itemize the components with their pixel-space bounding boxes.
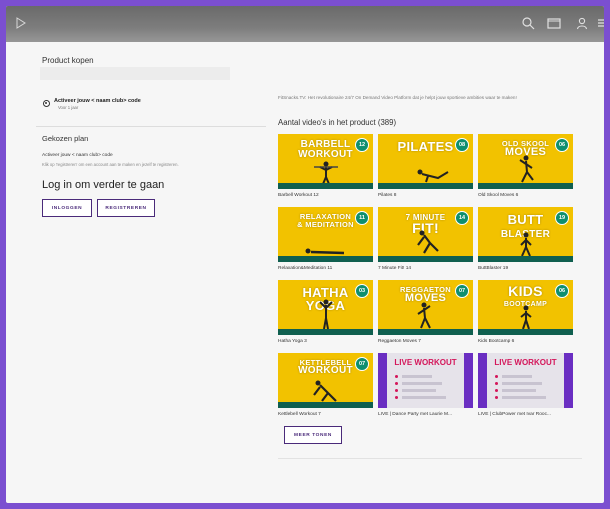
divider: [278, 458, 582, 459]
video-caption[interactable]: Relaxation&Meditation 11: [278, 266, 373, 271]
video-card-live-dance-party[interactable]: LIVE WORKOUT LIVE | Dance Party met Laur…: [378, 353, 473, 417]
video-count-badge: 06: [555, 138, 569, 152]
video-card-old-skool-moves[interactable]: OLD SKOOL MOVES 06 Old Skool Moves 6: [478, 134, 573, 198]
video-card-buttblaster[interactable]: BUTTBLASTER 19 ButtBlaster 19: [478, 207, 573, 271]
schedule-line: [402, 375, 432, 378]
video-count-badge: 07: [355, 357, 369, 371]
video-card-kettlebell-workout[interactable]: KETTLEBELL WORKOUT 07 Kettlebell Workout …: [278, 353, 373, 417]
video-thumbnail[interactable]: 7 MINUTE FIT! 14: [378, 207, 473, 262]
video-card-hatha-yoga[interactable]: HATHAYOGA 03 Hatha Yoga 3: [278, 280, 373, 344]
schedule-dot: [495, 389, 498, 392]
schedule-dot: [495, 382, 498, 385]
video-thumbnail[interactable]: BARBELL WORKOUT 12: [278, 134, 373, 189]
register-button[interactable]: REGISTREREN: [97, 199, 155, 217]
schedule-dot: [495, 375, 498, 378]
login-title: Log in om verder te gaan: [42, 179, 165, 191]
top-bar: [6, 6, 604, 42]
schedule-line: [502, 389, 536, 392]
activate-code-radio[interactable]: [43, 100, 50, 107]
video-card-live-clubpower[interactable]: LIVE WORKOUT LIVE | ClubPower met Ivar R…: [478, 353, 573, 417]
video-count-badge: 03: [355, 284, 369, 298]
search-icon[interactable]: [521, 16, 535, 30]
thumbnail-floor: [278, 256, 373, 262]
schedule-line: [402, 389, 436, 392]
video-caption[interactable]: Old Skool Moves 6: [478, 193, 573, 198]
buy-title: Product kopen: [42, 56, 94, 65]
cast-icon[interactable]: [547, 16, 561, 30]
schedule-dot: [395, 382, 398, 385]
video-count-badge: 19: [555, 211, 569, 225]
thumbnail-floor: [378, 183, 473, 189]
schedule-line: [402, 396, 446, 399]
play-icon[interactable]: [14, 16, 28, 30]
product-placeholder-bar: [40, 67, 230, 80]
video-thumbnail[interactable]: KIDS BOOTCAMP 06: [478, 280, 573, 335]
schedule-dot: [395, 396, 398, 399]
video-caption[interactable]: ButtBlaster 19: [478, 266, 573, 271]
video-caption[interactable]: LIVE | ClubPower met Ivar Rooc...: [478, 412, 573, 417]
thumbnail-floor: [478, 183, 573, 189]
video-thumbnail[interactable]: LIVE WORKOUT: [478, 353, 573, 408]
video-thumbnail[interactable]: REGGAETON MOVES 07: [378, 280, 473, 335]
app-window: Product kopen Activeer jouw < naam club>…: [6, 6, 604, 503]
video-thumbnail[interactable]: OLD SKOOL MOVES 06: [478, 134, 573, 189]
schedule-line: [502, 396, 546, 399]
video-card-reggaeton-moves[interactable]: REGGAETON MOVES 07 Reggaeton Moves 7: [378, 280, 473, 344]
schedule-dot: [395, 375, 398, 378]
video-card-7-minute-fit[interactable]: 7 MINUTE FIT! 14 7 Minute Fit! 14: [378, 207, 473, 271]
thumbnail-floor: [378, 256, 473, 262]
video-count-badge: 07: [455, 284, 469, 298]
thumbnail-title: LIVE WORKOUT: [494, 358, 557, 367]
video-count-badge: 06: [555, 284, 569, 298]
video-card-barbell-workout[interactable]: BARBELL WORKOUT 12 Barbell Workout 12: [278, 134, 373, 198]
video-thumbnail[interactable]: KETTLEBELL WORKOUT 07: [278, 353, 373, 408]
platform-intro: FitSnacks.TV: Het revolutionaire 24/7 On…: [278, 95, 517, 100]
video-count-title: Aantal video's in het product (389): [278, 118, 397, 127]
video-thumbnail[interactable]: HATHAYOGA 03: [278, 280, 373, 335]
video-count-badge: 08: [455, 138, 469, 152]
video-caption[interactable]: Pilates 8: [378, 193, 473, 198]
schedule-line: [402, 382, 442, 385]
chosen-plan-title: Gekozen plan: [42, 134, 89, 143]
schedule-dot: [495, 396, 498, 399]
video-thumbnail[interactable]: BUTTBLASTER 19: [478, 207, 573, 262]
user-icon[interactable]: [575, 16, 589, 30]
video-card-pilates[interactable]: PILATES 08 Pilates 8: [378, 134, 473, 198]
chosen-plan-name: Activeer jouw < naam club> code: [42, 153, 113, 158]
thumbnail-title: LIVE WORKOUT: [394, 358, 457, 367]
video-card-kids-bootcamp[interactable]: KIDS BOOTCAMP 06 Kids Bootcamp 6: [478, 280, 573, 344]
thumbnail-floor: [378, 329, 473, 335]
thumbnail-floor: [278, 183, 373, 189]
video-caption[interactable]: Kettlebell Workout 7: [278, 412, 373, 417]
video-thumbnail[interactable]: PILATES 08: [378, 134, 473, 189]
thumbnail-floor: [478, 256, 573, 262]
video-count-badge: 11: [355, 211, 369, 225]
divider: [36, 126, 266, 127]
login-button[interactable]: INLOGGEN: [42, 199, 92, 217]
activate-code-label[interactable]: Activeer jouw < naam club> code: [54, 98, 141, 104]
activate-code-duration: Voor 1 jaar: [58, 105, 79, 110]
thumbnail-floor: [278, 329, 373, 335]
thumbnail-floor: [478, 329, 573, 335]
video-caption[interactable]: Reggaeton Moves 7: [378, 339, 473, 344]
video-count-badge: 12: [355, 138, 369, 152]
video-thumbnail[interactable]: LIVE WORKOUT: [378, 353, 473, 408]
video-card-relaxation-meditation[interactable]: RELAXATION & MEDITATION 11 Relaxation&Med…: [278, 207, 373, 271]
video-caption[interactable]: Barbell Workout 12: [278, 193, 373, 198]
video-caption[interactable]: Kids Bootcamp 6: [478, 339, 573, 344]
chosen-plan-hint: Klik op 'registreren' om een account aan…: [42, 162, 179, 167]
video-caption[interactable]: 7 Minute Fit! 14: [378, 266, 473, 271]
schedule-line: [502, 375, 532, 378]
video-caption[interactable]: Hatha Yoga 3: [278, 339, 373, 344]
video-caption[interactable]: LIVE | Dance Party met Laurie M...: [378, 412, 473, 417]
video-count-badge: 14: [455, 211, 469, 225]
show-more-button[interactable]: MEER TONEN: [284, 426, 342, 444]
menu-icon[interactable]: [598, 16, 604, 30]
schedule-line: [502, 382, 542, 385]
video-thumbnail[interactable]: RELAXATION & MEDITATION 11: [278, 207, 373, 262]
schedule-dot: [395, 389, 398, 392]
thumbnail-floor: [278, 402, 373, 408]
